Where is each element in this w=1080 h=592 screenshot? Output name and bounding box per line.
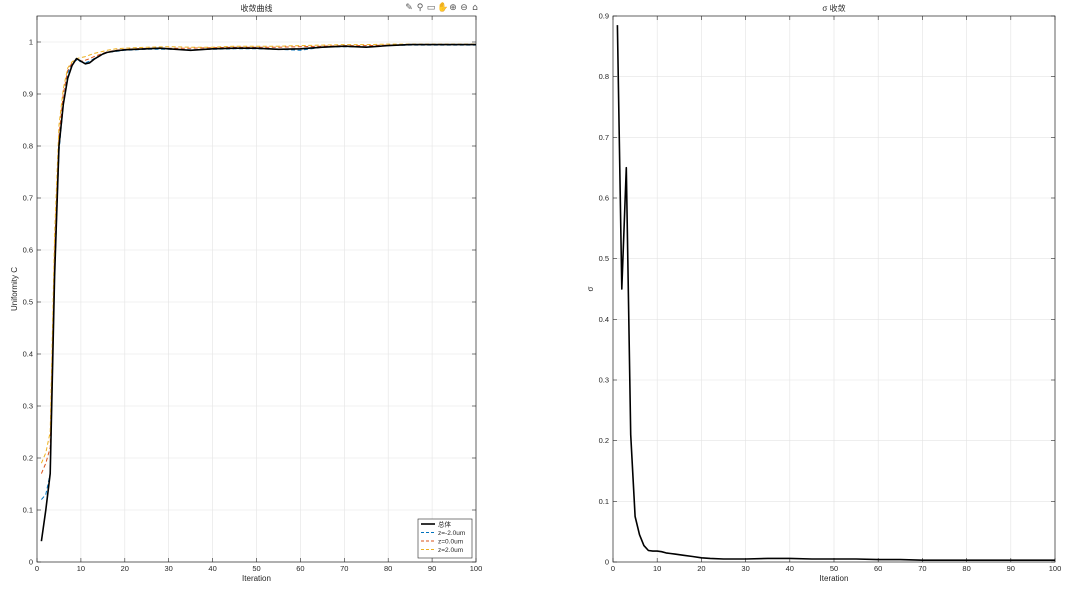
- y-tick-label: 0.5: [23, 298, 33, 307]
- x-tick-label: 80: [384, 564, 392, 573]
- y-tick-label: 0: [605, 558, 609, 567]
- y-tick-label: 0.4: [23, 350, 33, 359]
- y-axis-label: Uniformity C: [10, 267, 19, 311]
- x-tick-label: 90: [428, 564, 436, 573]
- x-tick-label: 50: [830, 564, 838, 573]
- x-tick-label: 60: [874, 564, 882, 573]
- x-tick-label: 40: [208, 564, 216, 573]
- x-tick-label: 20: [697, 564, 705, 573]
- data-tip-icon[interactable]: ▭: [426, 3, 436, 13]
- y-tick-label: 0.6: [599, 194, 609, 203]
- legend-label: z=-2.0um: [438, 530, 465, 537]
- chart-title: 收敛曲线: [241, 3, 273, 13]
- legend-label: z=2.0um: [438, 547, 463, 554]
- axes-toolbar: ✎ ⚲ ▭ ✋ ⊕ ⊖ ⌂: [404, 3, 480, 13]
- legend-label: 总体: [438, 519, 452, 528]
- x-tick-label: 70: [340, 564, 348, 573]
- y-tick-label: 0.1: [23, 506, 33, 515]
- y-tick-label: 0.3: [23, 402, 33, 411]
- x-tick-label: 40: [786, 564, 794, 573]
- x-tick-label: 10: [77, 564, 85, 573]
- chart-title: σ 收敛: [822, 3, 845, 13]
- x-tick-label: 50: [252, 564, 260, 573]
- x-tick-label: 20: [121, 564, 129, 573]
- y-tick-label: 0: [29, 558, 33, 567]
- y-tick-label: 0.2: [23, 454, 33, 463]
- zoom-out-icon[interactable]: ⊖: [459, 3, 469, 13]
- legend: 总体 z=-2.0umz=0.0um z=2.0um: [417, 518, 473, 559]
- x-tick-label: 80: [962, 564, 970, 573]
- home-icon[interactable]: ⌂: [470, 3, 480, 13]
- y-tick-label: 1: [29, 38, 33, 47]
- y-tick-label: 0.9: [599, 12, 609, 21]
- y-tick-label: 0.3: [599, 376, 609, 385]
- export-icon[interactable]: ✎: [404, 3, 414, 13]
- x-tick-label: 90: [1007, 564, 1015, 573]
- y-tick-label: 0.1: [599, 497, 609, 506]
- x-tick-label: 10: [653, 564, 661, 573]
- x-tick-label: 30: [741, 564, 749, 573]
- zoom-in-icon[interactable]: ⊕: [448, 3, 458, 13]
- x-axis-label: Iteration: [242, 574, 271, 583]
- x-tick-label: 70: [918, 564, 926, 573]
- x-tick-label: 0: [611, 564, 615, 573]
- x-tick-label: 30: [165, 564, 173, 573]
- x-tick-label: 100: [1049, 564, 1062, 573]
- y-tick-label: 0.2: [599, 436, 609, 445]
- brush-icon[interactable]: ⚲: [415, 3, 425, 13]
- legend-label: z=0.0um: [438, 538, 463, 545]
- x-tick-label: 60: [296, 564, 304, 573]
- y-tick-label: 0.8: [23, 142, 33, 151]
- pan-icon[interactable]: ✋: [437, 3, 448, 13]
- x-axis-label: Iteration: [820, 574, 849, 583]
- figure-canvas: 0 10 20 30 40 50 60 70 80 90 10000.10.20.30.40.50.…: [10, 3, 1061, 583]
- y-tick-label: 0.7: [23, 194, 33, 203]
- y-tick-label: 0.4: [599, 315, 609, 324]
- y-tick-label: 0.6: [23, 246, 33, 255]
- x-tick-label: 100: [470, 564, 483, 573]
- axes-2: 0 10 20 30 40 50 60 70 80 90 100 0 0.1 0.2 0.3 0.4 0.5 0.…: [586, 3, 1061, 583]
- axes-1: 0 10 20 30 40 50 60 70 80 90 100 0 0.1 0.2 0.3 0.4 0.5 0.…: [10, 3, 482, 583]
- y-tick-label: 0.8: [599, 72, 609, 81]
- y-tick-label: 0.9: [23, 90, 33, 99]
- y-axis-label: σ: [586, 286, 595, 291]
- x-tick-label: 0: [35, 564, 39, 573]
- figure-window: 0 10 20 30 40 50 60 70 80 90 100 0 0.1 0.2 0.3 0.4 0.5 0.…: [0, 0, 1080, 587]
- y-tick-label: 0.5: [599, 254, 609, 263]
- y-tick-label: 0.7: [599, 133, 609, 142]
